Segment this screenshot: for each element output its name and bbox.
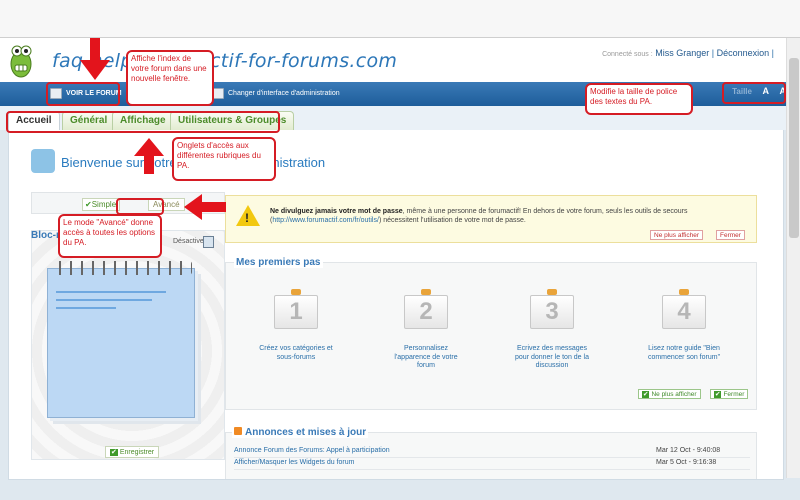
notepad-line <box>56 291 166 293</box>
step-label: Créez vos catégories et sous-forums <box>259 345 333 361</box>
highlight-advanced-button <box>116 198 164 215</box>
highlight-font-tools <box>722 82 786 104</box>
save-label: Enregistrer <box>119 449 155 456</box>
welcome-prefix: Bienvenue sur <box>61 155 145 170</box>
welcome-icon <box>31 149 55 173</box>
step-label: Lisez notre guide "Bien commencer son fo… <box>647 345 721 361</box>
announcements-title-text: Annonces et mises à jour <box>245 427 367 438</box>
check-icon: ✔ <box>714 391 722 398</box>
step-item[interactable]: 1 Créez vos catégories et sous-forums <box>256 289 336 362</box>
signpost-icon: 4 <box>662 289 706 339</box>
check-icon: ✔ <box>110 449 118 456</box>
password-warning-box: ! Ne divulguez jamais votre mot de passe… <box>225 195 757 243</box>
steps-close-button[interactable]: ✔ Fermer <box>710 389 749 399</box>
user-link[interactable]: Miss Granger <box>655 48 709 58</box>
steps-close-label: Fermer <box>723 391 745 398</box>
steps-hide-label: Ne plus afficher <box>651 391 697 398</box>
callout-view-forum: Affiche l'index de votre forum dans une … <box>126 50 214 106</box>
signpost-icon: 1 <box>274 289 318 339</box>
main-panel: Bienvenue sur votre panneau d'administra… <box>8 130 784 480</box>
step-item[interactable]: 4 Lisez notre guide "Bien commencer son … <box>644 289 724 362</box>
warning-text-2: ) nécessitent l'utilisation de votre mot… <box>378 217 526 224</box>
highlight-view-forum <box>46 82 120 106</box>
simple-mode-label: Simple <box>91 200 117 209</box>
announcement-text: Annonce Forum des Forums: Appel à partic… <box>234 447 390 454</box>
announcements-title: Annonces et mises à jour <box>232 427 369 438</box>
browser-top-strip <box>0 0 800 38</box>
switch-admin-label: Changer d'interface d'administration <box>228 90 340 97</box>
check-icon: ✔ <box>85 200 92 209</box>
connected-user-info: Connecté sous : Miss Granger | Déconnexi… <box>602 48 774 58</box>
announcements-panel: Annonces et mises à jour Annonce Forum d… <box>225 427 757 479</box>
step-label: Personnalisez l'apparence de votre forum <box>394 345 458 369</box>
logout-link[interactable]: Déconnexion <box>717 48 770 58</box>
highlight-tabs <box>6 111 280 133</box>
header: faq-help-forumactif-for-forums.com Conne… <box>0 38 800 82</box>
announcement-text: Afficher/Masquer les Widgets du forum <box>234 459 355 466</box>
first-steps-title: Mes premiers pas <box>234 257 323 268</box>
step-label: Ecrivez des messages pour donner le ton … <box>515 345 589 369</box>
warning-text: Ne divulguez jamais votre mot de passe, … <box>270 207 748 225</box>
warning-bold-text: Ne divulguez jamais votre mot de passe <box>270 208 403 215</box>
announcement-date: Mar 12 Oct - 9:40:08 <box>656 447 721 454</box>
first-steps-panel: Mes premiers pas 1 Créez vos catégories … <box>225 257 757 410</box>
steps-hide-button[interactable]: ✔ Ne plus afficher <box>638 389 701 399</box>
connected-label: Connecté sous : <box>602 51 653 58</box>
announcement-date: Mar 5 Oct - 9:16:38 <box>656 459 717 466</box>
warning-hide-button[interactable]: Ne plus afficher <box>650 230 704 240</box>
callout-font-size: Modifie la taille de police des textes d… <box>585 83 693 115</box>
announcement-row[interactable]: Afficher/Masquer les Widgets du forum Ma… <box>234 459 750 470</box>
callout-advanced-mode: Le mode "Avancé" donne accès à toutes le… <box>58 214 162 258</box>
warning-icon: ! <box>236 205 260 226</box>
save-notepad-button[interactable]: ✔ Enregistrer <box>105 446 160 458</box>
simple-mode-button[interactable]: ✔Simple <box>82 198 121 211</box>
signpost-icon: 2 <box>404 289 448 339</box>
arrow-down-icon <box>80 38 110 80</box>
step-item[interactable]: 2 Personnalisez l'apparence de votre for… <box>386 289 466 371</box>
notepad-rings <box>54 261 192 275</box>
check-icon: ✔ <box>642 391 650 398</box>
arrow-up-icon <box>134 138 164 174</box>
page-scrollbar[interactable] <box>786 38 800 478</box>
rss-icon <box>234 427 242 435</box>
switch-admin-interface-button[interactable]: Changer d'interface d'administration <box>210 86 340 102</box>
signpost-icon: 3 <box>530 289 574 339</box>
arrow-left-icon <box>184 194 226 220</box>
announcement-row[interactable]: Annonce Forum des Forums: Appel à partic… <box>234 447 750 458</box>
notepad-line <box>56 299 152 301</box>
notepad-line <box>56 307 116 309</box>
callout-tabs: Onglets d'accès aux différentes rubrique… <box>172 137 276 181</box>
warning-link[interactable]: http://www.forumactif.com/fr/outils/ <box>272 217 379 224</box>
step-item[interactable]: 3 Ecrivez des messages pour donner le to… <box>512 289 592 371</box>
edit-icon[interactable] <box>203 236 214 248</box>
notepad-deactivate-link[interactable]: Désactiver <box>173 238 206 245</box>
warning-close-button[interactable]: Fermer <box>716 230 745 240</box>
scrollbar-thumb[interactable] <box>789 58 799 238</box>
mascot-logo-icon <box>10 45 32 78</box>
notepad-textarea[interactable] <box>47 261 195 418</box>
